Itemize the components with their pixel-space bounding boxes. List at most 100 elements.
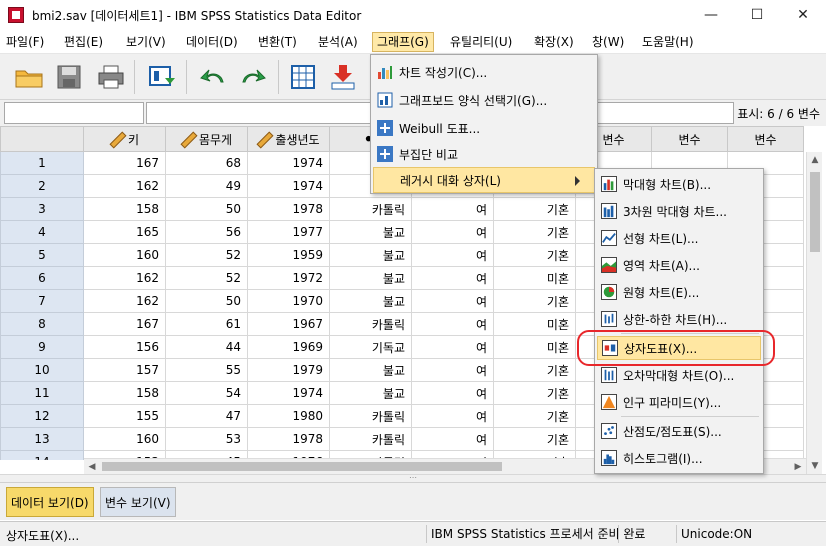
column-header-var[interactable]: 변수: [651, 126, 728, 152]
cell-height[interactable]: 160: [83, 243, 166, 267]
menu-extensions[interactable]: 확장(X): [530, 33, 578, 51]
maximize-button[interactable]: ☐: [734, 0, 780, 30]
cell-sex[interactable]: 여: [411, 266, 494, 290]
row-number[interactable]: 6: [0, 266, 84, 290]
scroll-up-icon[interactable]: ▲: [807, 152, 823, 168]
menu-file[interactable]: 파일(F): [2, 33, 48, 51]
cell-weight[interactable]: 52: [165, 266, 248, 290]
close-button[interactable]: ✕: [780, 0, 826, 30]
pane-splitter[interactable]: ⋯: [0, 474, 826, 482]
row-number[interactable]: 2: [0, 174, 84, 198]
insert-cases-icon[interactable]: [326, 61, 360, 93]
row-number[interactable]: 5: [0, 243, 84, 267]
row-number[interactable]: 9: [0, 335, 84, 359]
cell-height[interactable]: 160: [83, 427, 166, 451]
cell-weight[interactable]: 50: [165, 197, 248, 221]
grid-corner[interactable]: [0, 126, 84, 152]
cell-sex[interactable]: 여: [411, 381, 494, 405]
cell-religion[interactable]: 기독교: [329, 335, 412, 359]
cell-religion[interactable]: 불교: [329, 266, 412, 290]
menu-graphboard-chooser[interactable]: 그래프보드 양식 선택기(G)...: [373, 87, 595, 113]
cell-birthyear[interactable]: 1980: [247, 404, 330, 428]
tab-variable-view[interactable]: 변수 보기(V): [100, 487, 176, 517]
column-header-weight[interactable]: 몸무게: [165, 126, 248, 152]
cell-religion[interactable]: 카톨릭: [329, 197, 412, 221]
cell-marital[interactable]: 기혼: [493, 289, 576, 313]
scroll-right-icon[interactable]: ▶: [790, 459, 806, 475]
cell-marital[interactable]: 미혼: [493, 266, 576, 290]
menu-bar-chart[interactable]: 막대형 차트(B)...: [597, 172, 761, 196]
cell-birthyear[interactable]: 1972: [247, 266, 330, 290]
cell-height[interactable]: 167: [83, 312, 166, 336]
cell-weight[interactable]: 55: [165, 358, 248, 382]
scroll-left-icon[interactable]: ◀: [84, 459, 100, 475]
cell-religion[interactable]: 카톨릭: [329, 404, 412, 428]
column-header-height[interactable]: 키: [83, 126, 166, 152]
cell-marital[interactable]: 기혼: [493, 381, 576, 405]
cell-birthyear[interactable]: 1974: [247, 174, 330, 198]
row-number[interactable]: 3: [0, 197, 84, 221]
cell-height[interactable]: 165: [83, 220, 166, 244]
cell-religion[interactable]: 불교: [329, 381, 412, 405]
cell-religion[interactable]: 카톨릭: [329, 427, 412, 451]
row-number[interactable]: 8: [0, 312, 84, 336]
cell-height[interactable]: 157: [83, 358, 166, 382]
column-header-var[interactable]: 변수: [727, 126, 804, 152]
cell-sex[interactable]: 여: [411, 289, 494, 313]
cell-height[interactable]: 158: [83, 381, 166, 405]
row-number[interactable]: 1: [0, 151, 84, 175]
row-number[interactable]: 11: [0, 381, 84, 405]
cell-birthyear[interactable]: 1979: [247, 358, 330, 382]
cell-marital[interactable]: 기혼: [493, 197, 576, 221]
dialog-recall-icon[interactable]: [144, 61, 178, 93]
menu-legacy-dialogs[interactable]: 레거시 대화 상자(L): [373, 167, 595, 193]
undo-icon[interactable]: [196, 61, 230, 93]
goto-case-icon[interactable]: [286, 61, 320, 93]
cell-birthyear[interactable]: 1977: [247, 220, 330, 244]
menu-pie-chart[interactable]: 원형 차트(E)...: [597, 280, 761, 304]
column-header-birthyear[interactable]: 출생년도: [247, 126, 330, 152]
vertical-scrollbar[interactable]: ▲ ▼: [806, 152, 822, 474]
cell-birthyear[interactable]: 1974: [247, 381, 330, 405]
cell-birthyear[interactable]: 1959: [247, 243, 330, 267]
cell-marital[interactable]: 미혼: [493, 312, 576, 336]
open-folder-icon[interactable]: [12, 61, 46, 93]
cell-weight[interactable]: 49: [165, 174, 248, 198]
cell-marital[interactable]: 기혼: [493, 358, 576, 382]
menu-view[interactable]: 보기(V): [122, 33, 170, 51]
cell-birthyear[interactable]: 1967: [247, 312, 330, 336]
cell-weight[interactable]: 47: [165, 404, 248, 428]
cell-birthyear[interactable]: 1969: [247, 335, 330, 359]
cell-weight[interactable]: 61: [165, 312, 248, 336]
cell-height[interactable]: 156: [83, 335, 166, 359]
cell-religion[interactable]: 불교: [329, 243, 412, 267]
cell-sex[interactable]: 여: [411, 220, 494, 244]
cell-height[interactable]: 162: [83, 289, 166, 313]
cell-birthyear[interactable]: 1974: [247, 151, 330, 175]
cell-height[interactable]: 158: [83, 197, 166, 221]
redo-icon[interactable]: [236, 61, 270, 93]
menu-histogram[interactable]: 히스토그램(I)...: [597, 446, 761, 470]
cell-sex[interactable]: 여: [411, 427, 494, 451]
menu-transform[interactable]: 변환(T): [254, 33, 301, 51]
menu-analyze[interactable]: 분석(A): [314, 33, 362, 51]
horizontal-scroll-thumb[interactable]: [102, 462, 502, 471]
cell-marital[interactable]: 미혼: [493, 335, 576, 359]
cell-sex[interactable]: 여: [411, 404, 494, 428]
menu-data[interactable]: 데이터(D): [182, 33, 242, 51]
cell-height[interactable]: 162: [83, 174, 166, 198]
menu-graphs[interactable]: 그래프(G): [372, 32, 434, 52]
print-icon[interactable]: [94, 61, 128, 93]
menu-chart-builder[interactable]: 차트 작성기(C)...: [373, 59, 595, 85]
menu-help[interactable]: 도움말(H): [638, 33, 698, 51]
row-number[interactable]: 7: [0, 289, 84, 313]
menu-compare-subgroups[interactable]: 부집단 비교: [373, 141, 595, 167]
row-number[interactable]: 14: [0, 450, 84, 460]
cell-height[interactable]: 162: [83, 266, 166, 290]
menu-high-low-chart[interactable]: 상한-하한 차트(H)...: [597, 307, 761, 331]
cell-sex[interactable]: 여: [411, 243, 494, 267]
cell-marital[interactable]: 기혼: [493, 404, 576, 428]
cell-weight[interactable]: 50: [165, 289, 248, 313]
cell-religion[interactable]: 불교: [329, 289, 412, 313]
cell-height[interactable]: 167: [83, 151, 166, 175]
